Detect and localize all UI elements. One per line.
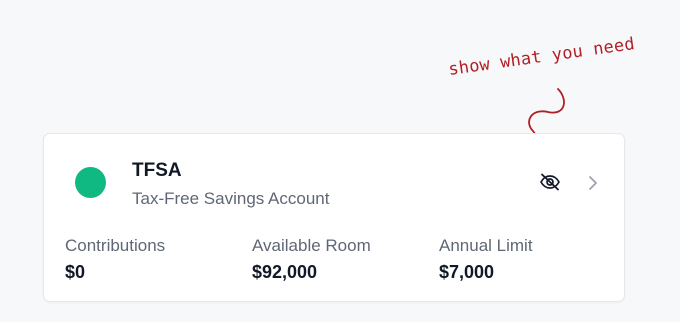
stat-label: Annual Limit <box>439 236 533 255</box>
eye-off-icon <box>540 173 560 191</box>
stat-value: $92,000 <box>252 262 318 282</box>
stat-available-room: Available Room $92,000 <box>252 236 371 283</box>
account-card[interactable]: TFSA Tax-Free Savings Account Contributi… <box>43 133 625 302</box>
stat-value: $0 <box>65 262 86 282</box>
stat-label: Contributions <box>65 236 166 255</box>
stat-label: Available Room <box>252 236 371 255</box>
hide-balance-button[interactable] <box>536 170 564 194</box>
account-title: TFSA <box>132 160 182 181</box>
stat-annual-limit: Annual Limit $7,000 <box>439 236 533 283</box>
open-account-button[interactable] <box>584 172 602 194</box>
stat-contributions: Contributions $0 <box>65 236 165 283</box>
account-subtitle: Tax-Free Savings Account <box>132 189 330 208</box>
stat-value: $7,000 <box>439 262 495 282</box>
account-color-dot <box>75 167 106 198</box>
chevron-right-icon <box>589 176 597 190</box>
